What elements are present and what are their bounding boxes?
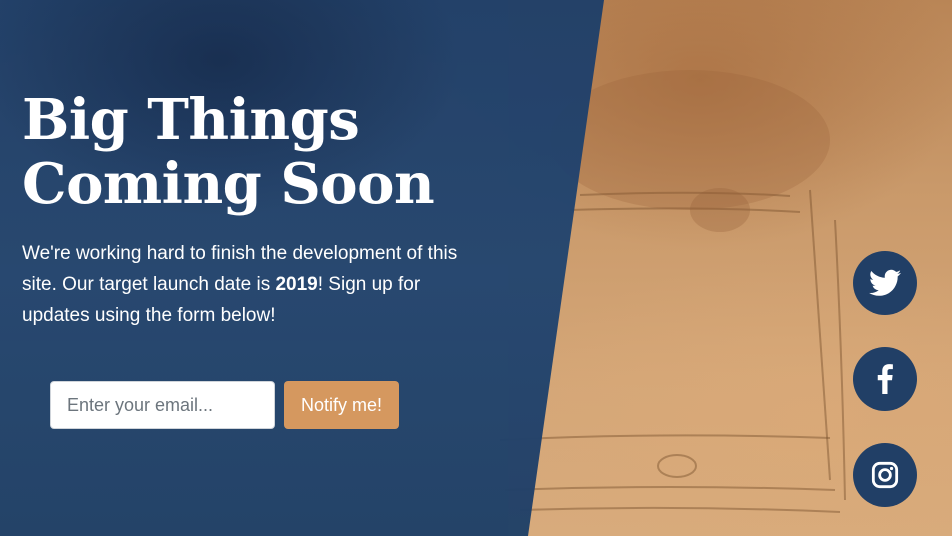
twitter-icon	[869, 269, 901, 296]
hero-content: Big Things Coming Soon We're working har…	[22, 88, 462, 331]
facebook-button[interactable]	[853, 347, 917, 411]
headline-line-2: Coming Soon	[22, 151, 435, 217]
twitter-button[interactable]	[853, 251, 917, 315]
signup-form: Notify me!	[50, 381, 400, 429]
instagram-icon	[871, 461, 899, 489]
instagram-button[interactable]	[853, 443, 917, 507]
facebook-icon	[877, 364, 893, 394]
email-input[interactable]	[50, 381, 275, 429]
launch-year: 2019	[275, 274, 318, 295]
headline: Big Things Coming Soon	[22, 88, 462, 216]
notify-button[interactable]: Notify me!	[284, 381, 400, 429]
hero-description: We're working hard to finish the develop…	[22, 238, 462, 331]
headline-line-1: Big Things	[22, 87, 360, 153]
